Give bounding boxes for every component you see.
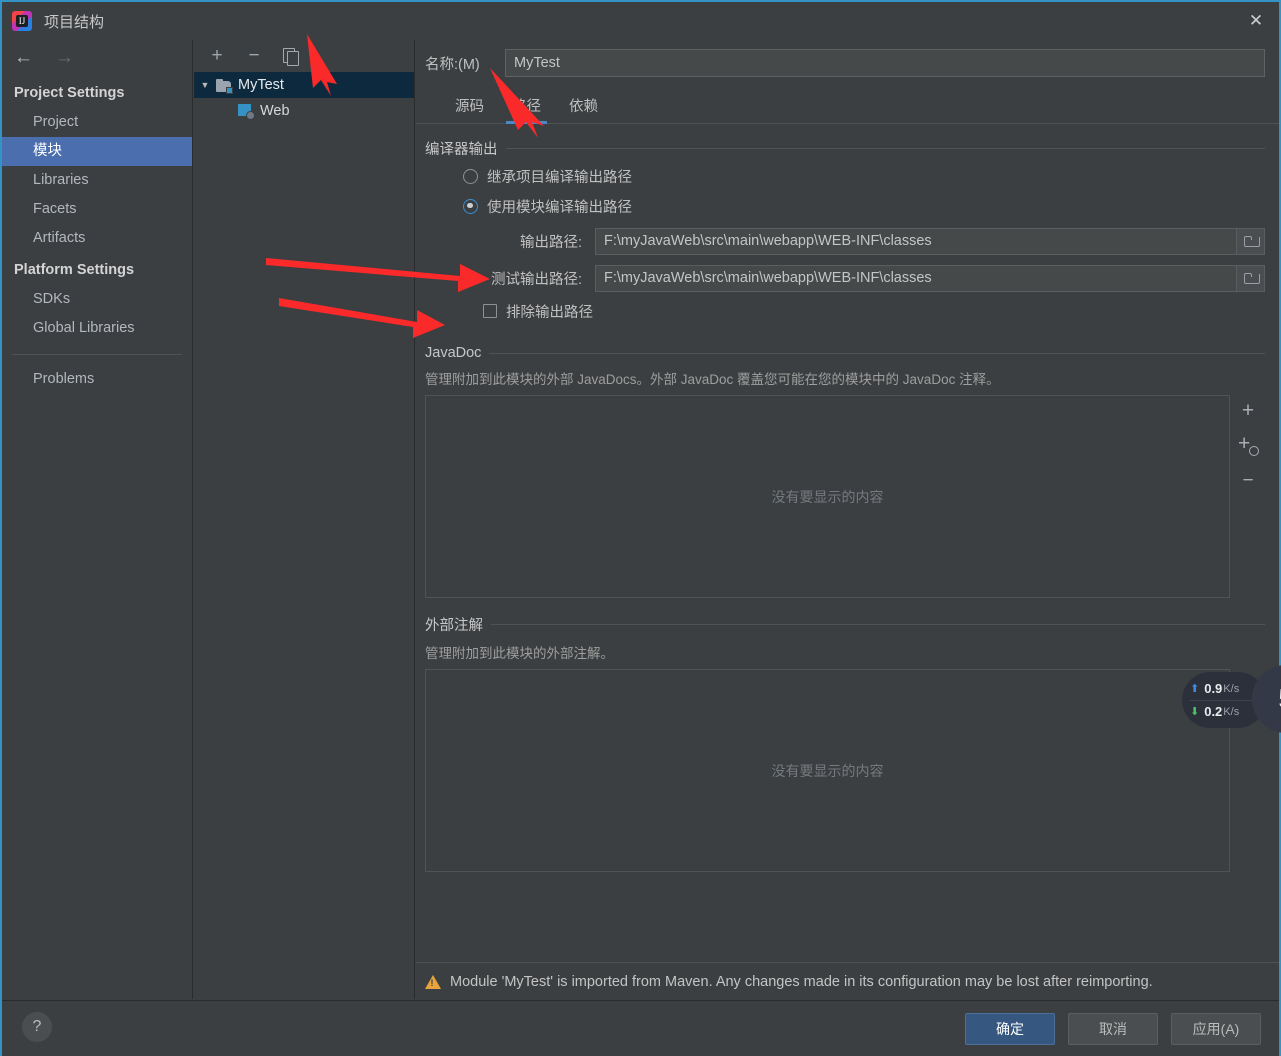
chevron-down-icon[interactable]: ▼	[194, 80, 216, 90]
download-unit: K/s	[1223, 705, 1240, 718]
javadoc-list[interactable]: 没有要显示的内容 + −	[425, 395, 1259, 598]
paths-tab-content: 编译器输出 继承项目编译输出路径 使用模块编译输出路径 输出路径: F:\myJ…	[416, 138, 1279, 872]
tab-sources[interactable]: 源码	[441, 95, 498, 123]
compiler-output-title: 编译器输出	[425, 142, 498, 158]
sidebar-group-platform-settings: Platform Settings	[14, 262, 135, 278]
sidebar-item-artifacts[interactable]: Artifacts	[2, 224, 192, 253]
output-path-input[interactable]: F:\myJavaWeb\src\main\webapp\WEB-INF\cla…	[595, 227, 1237, 255]
javadoc-empty-text: 没有要显示的内容	[771, 488, 884, 505]
module-tabs: 源码 路径 依赖	[416, 86, 1279, 124]
remove-module-icon[interactable]: −	[244, 45, 264, 66]
nav-back-icon[interactable]: ←	[14, 47, 33, 69]
module-folder-icon	[216, 78, 233, 94]
test-output-path-row: 测试输出路径: F:\myJavaWeb\src\main\webapp\WEB…	[425, 261, 1265, 295]
test-output-path-input[interactable]: F:\myJavaWeb\src\main\webapp\WEB-INF\cla…	[595, 264, 1237, 292]
apply-button[interactable]: 应用(A)	[1171, 1013, 1261, 1045]
sidebar-nav: ← →	[2, 40, 192, 76]
folder-browse-icon[interactable]	[1237, 227, 1265, 255]
window-title: 项目结构	[44, 13, 105, 31]
module-name-input[interactable]: MyTest	[505, 49, 1265, 77]
group-divider	[491, 624, 1265, 625]
compiler-output-group-header: 编译器输出	[425, 138, 1265, 159]
module-tree-toolbar: + −	[194, 40, 414, 72]
annotations-group-header: 外部注解	[425, 614, 1265, 635]
warning-triangle-icon	[425, 974, 441, 989]
tree-node-web[interactable]: Web	[194, 98, 414, 124]
dialog-footer: ? 确定 取消 应用(A) https://blog.csdn.net/soli…	[2, 1000, 1279, 1056]
module-tree-panel: + − ▼ MyTest Web	[194, 40, 415, 999]
ok-button[interactable]: 确定	[965, 1013, 1055, 1045]
radio-button-icon[interactable]	[463, 168, 478, 184]
module-name-label: 名称:(M)	[425, 56, 480, 73]
nav-forward-icon[interactable]: →	[55, 47, 74, 69]
tree-node-label: Web	[260, 103, 290, 119]
javadoc-description: 管理附加到此模块的外部 JavaDocs。外部 JavaDoc 覆盖您可能在您的…	[425, 372, 1000, 387]
output-path-label: 输出路径:	[519, 234, 582, 251]
javadoc-group-header: JavaDoc	[425, 345, 1265, 361]
radio-label: 使用模块编译输出路径	[487, 199, 632, 216]
sidebar-item-sdks[interactable]: SDKs	[2, 285, 192, 314]
project-structure-dialog: IJ 项目结构 ✕ ← → Project Settings Project 模…	[0, 0, 1281, 1056]
maven-warning-bar: Module 'MyTest' is imported from Maven. …	[416, 962, 1279, 1000]
radio-label: 继承项目编译输出路径	[487, 169, 632, 186]
sidebar-item-global-libraries[interactable]: Global Libraries	[2, 314, 192, 343]
download-arrow-icon: ⬇	[1190, 706, 1200, 718]
help-icon[interactable]: ?	[22, 1012, 52, 1042]
checkbox-icon[interactable]	[483, 304, 497, 318]
group-divider	[489, 352, 1265, 354]
tab-paths[interactable]: 路径	[498, 95, 555, 124]
exclude-output-paths-row[interactable]: 排除输出路径	[425, 295, 1265, 327]
annotations-empty-text: 没有要显示的内容	[771, 762, 884, 779]
upload-unit: K/s	[1223, 682, 1240, 695]
sidebar-group-project-settings: Project Settings	[14, 85, 125, 101]
annotations-list[interactable]: 没有要显示的内容 + −	[425, 669, 1254, 872]
javadoc-add-icon[interactable]: +	[1242, 400, 1254, 421]
module-editor-panel: 名称:(M) MyTest 源码 路径 依赖 编译器输出 继承项目编译输出路径 …	[416, 40, 1279, 999]
add-module-icon[interactable]: +	[207, 45, 227, 66]
copy-module-icon[interactable]	[281, 46, 301, 66]
upload-arrow-icon: ⬆	[1190, 683, 1200, 695]
sidebar-item-modules[interactable]: 模块	[2, 137, 192, 166]
javadoc-title: JavaDoc	[425, 345, 482, 361]
cancel-button[interactable]: 取消	[1068, 1013, 1158, 1045]
settings-sidebar: ← → Project Settings Project 模块 Librarie…	[2, 40, 193, 999]
upload-value: 0.9	[1204, 681, 1223, 696]
tree-node-label: MyTest	[238, 77, 284, 93]
sidebar-item-problems[interactable]: Problems	[2, 365, 192, 394]
web-facet-icon	[238, 103, 255, 120]
warning-text: Module 'MyTest' is imported from Maven. …	[450, 973, 1153, 990]
output-path-row: 输出路径: F:\myJavaWeb\src\main\webapp\WEB-I…	[425, 224, 1265, 258]
javadoc-tools: + −	[1231, 396, 1265, 490]
sidebar-item-libraries[interactable]: Libraries	[2, 166, 192, 195]
test-output-path-label: 测试输出路径:	[490, 271, 582, 288]
intellij-idea-icon: IJ	[12, 11, 32, 31]
module-name-row: 名称:(M) MyTest	[416, 40, 1279, 86]
group-divider	[505, 148, 1265, 149]
download-value: 0.2	[1204, 704, 1223, 719]
radio-use-module-output[interactable]: 使用模块编译输出路径	[425, 191, 1265, 221]
sidebar-item-project[interactable]: Project	[2, 108, 192, 137]
annotations-title: 外部注解	[425, 618, 483, 634]
radio-inherit-project-output[interactable]: 继承项目编译输出路径	[425, 161, 1265, 191]
annotations-description: 管理附加到此模块的外部注解。	[425, 646, 614, 661]
tree-node-mytest[interactable]: ▼ MyTest	[194, 72, 414, 98]
checkbox-label: 排除输出路径	[506, 304, 593, 321]
tab-dependencies[interactable]: 依赖	[555, 95, 612, 123]
sidebar-item-facets[interactable]: Facets	[2, 195, 192, 224]
title-bar: IJ 项目结构 ✕	[2, 2, 1279, 40]
radio-button-selected-icon[interactable]	[463, 198, 478, 214]
folder-browse-icon[interactable]	[1237, 264, 1265, 292]
sidebar-divider	[12, 354, 182, 355]
javadoc-add-link-icon[interactable]	[1238, 432, 1259, 456]
close-icon[interactable]: ✕	[1233, 2, 1279, 40]
javadoc-remove-icon[interactable]: −	[1242, 471, 1253, 490]
